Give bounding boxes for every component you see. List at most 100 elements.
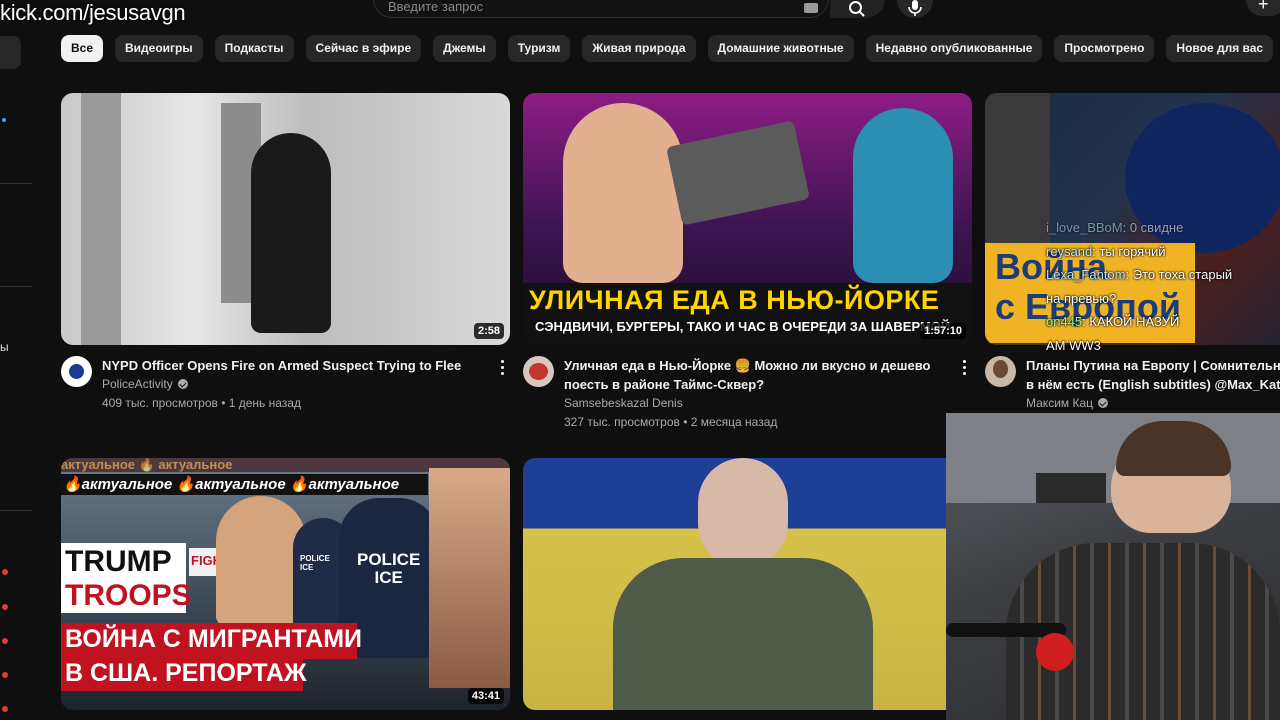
- more-options-icon[interactable]: [963, 360, 967, 376]
- sidebar-divider: [0, 510, 32, 511]
- chat-text: : Это тоха старый: [1125, 267, 1233, 282]
- video-title[interactable]: Планы Путина на Европу | Сомнительны в н…: [1026, 356, 1280, 394]
- thumbnail-officer-label: POLICE ICE: [300, 554, 330, 572]
- video-title-line: в нём есть (English subtitles) @Max_Katz: [1026, 377, 1280, 392]
- video-duration: 43:41: [467, 688, 504, 704]
- chip-new-to-you[interactable]: Новое для вас: [1166, 35, 1274, 62]
- channel-name-row: Максим Кац: [1026, 396, 1109, 410]
- webcam-mic-badge: [1036, 633, 1074, 671]
- thumbnail-figure: [251, 133, 331, 333]
- chip-videogames[interactable]: Видеоигры: [115, 35, 203, 62]
- chip-tourism[interactable]: Туризм: [507, 35, 571, 62]
- avatar-badge-icon: [69, 364, 84, 379]
- chip-pets[interactable]: Домашние животные: [707, 35, 854, 62]
- video-duration: 1:57:10: [920, 323, 966, 339]
- video-meta: 327 тыс. просмотров • 2 месяца назад: [564, 415, 778, 429]
- thumbnail-officer-label: POLICE ICE: [357, 551, 420, 587]
- officer-label-line: POLICE: [300, 554, 330, 563]
- video-thumbnail[interactable]: УЛИЧНАЯ ЕДА В НЬЮ-ЙОРКЕ СЭНДВИЧИ, БУРГЕР…: [523, 93, 972, 345]
- chat-username: reysand: [1046, 243, 1093, 259]
- create-button[interactable]: +: [1246, 0, 1280, 16]
- search-button[interactable]: [830, 0, 885, 18]
- webcam-shelf-object: [1036, 473, 1106, 503]
- officer-label-line: ICE: [374, 568, 403, 587]
- chip-wildlife[interactable]: Живая природа: [582, 35, 696, 62]
- video-thumbnail[interactable]: 3: [523, 458, 972, 710]
- video-meta: 409 тыс. просмотров • 1 день назад: [102, 396, 301, 410]
- video-thumbnail[interactable]: 2:58: [61, 93, 510, 345]
- chat-text: : 0 свидне: [1122, 220, 1184, 235]
- search-icon: [849, 1, 865, 17]
- live-indicator-icon[interactable]: [0, 672, 10, 678]
- stream-chat-overlay: i_love_BBoM: 0 свидне reysand: ты горячи…: [1046, 216, 1280, 357]
- thumbnail-subheadline: СЭНДВИЧИ, БУРГЕРЫ, ТАКО И ЧАС В ОЧЕРЕДИ …: [535, 319, 951, 334]
- stream-url-watermark: kick.com/jesusavgn: [0, 0, 186, 25]
- avatar-face-icon: [993, 360, 1008, 378]
- microphone-icon: [908, 0, 922, 16]
- thumbnail-sign-text: TROOPS: [65, 579, 192, 612]
- channel-name-row: PoliceActivity: [102, 377, 188, 391]
- sidebar-new-indicator: [2, 118, 6, 122]
- channel-name[interactable]: PoliceActivity: [102, 377, 173, 391]
- channel-avatar[interactable]: [61, 356, 92, 387]
- thumbnail-person: [853, 108, 953, 283]
- live-indicator-icon[interactable]: [0, 638, 10, 644]
- chat-text: на превью?: [1046, 290, 1117, 306]
- chip-all[interactable]: Все: [61, 35, 104, 62]
- streamer-webcam: [946, 413, 1280, 720]
- sidebar-divider: [0, 286, 32, 287]
- chip-watched[interactable]: Просмотрено: [1054, 35, 1155, 62]
- live-indicator-icon[interactable]: [0, 569, 10, 575]
- chat-text: AM WW3: [1046, 337, 1101, 353]
- channel-name[interactable]: Максим Кац: [1026, 396, 1093, 410]
- chat-text: : КАКОЙ НАЗУЙ: [1082, 314, 1180, 329]
- chip-recently-uploaded[interactable]: Недавно опубликованные: [865, 35, 1043, 62]
- chat-message: i_love_BBoM: 0 свидне: [1046, 216, 1280, 240]
- chip-podcasts[interactable]: Подкасты: [214, 35, 294, 62]
- live-indicator-icon[interactable]: [0, 706, 10, 712]
- thumbnail-man-head: [698, 458, 788, 568]
- thumbnail-sign-text: TRUMP: [65, 545, 172, 578]
- channel-avatar[interactable]: [523, 356, 554, 387]
- keyboard-icon[interactable]: [804, 3, 818, 13]
- chat-message: AM WW3: [1046, 334, 1280, 358]
- search-placeholder: Введите запрос: [388, 0, 484, 14]
- thumbnail-food-tray: [666, 120, 810, 226]
- filter-chips-bar: Все Видеоигры Подкасты Сейчас в эфире Дж…: [61, 35, 1274, 62]
- thumbnail-headline: УЛИЧНАЯ ЕДА В НЬЮ-ЙОРКЕ: [529, 285, 940, 315]
- thumbnail-ribbon: 🔥актуальное 🔥актуальное 🔥актуальное: [61, 474, 428, 495]
- chat-username: Lexa_Fantom: [1046, 267, 1126, 282]
- video-title-line: поесть в районе Таймс-Сквер?: [564, 377, 765, 392]
- video-title[interactable]: NYPD Officer Opens Fire on Armed Suspect…: [102, 356, 497, 375]
- chat-text: : ты горячий: [1092, 243, 1166, 259]
- thumbnail-person: [563, 103, 683, 283]
- officer-label-line: POLICE: [357, 550, 421, 569]
- channel-name-row: Samsebeskazal Denis: [564, 396, 683, 410]
- sidebar-item-home[interactable]: [0, 36, 21, 69]
- plus-icon: +: [1258, 0, 1269, 14]
- thumbnail-host-face: [429, 468, 510, 688]
- verified-icon: [1098, 398, 1109, 408]
- channel-avatar[interactable]: [985, 356, 1016, 387]
- chat-username: on445: [1046, 314, 1083, 329]
- thumbnail-headline: В США. РЕПОРТАЖ: [65, 659, 307, 687]
- live-indicator-icon[interactable]: [0, 604, 10, 610]
- voice-search-button[interactable]: [897, 0, 933, 18]
- thumbnail-door: [81, 93, 121, 345]
- chip-live[interactable]: Сейчас в эфире: [305, 35, 422, 62]
- chip-jams[interactable]: Джемы: [433, 35, 496, 62]
- verified-icon: [177, 379, 188, 389]
- officer-label-line: ICE: [300, 563, 314, 572]
- more-options-icon[interactable]: [501, 360, 505, 376]
- avatar-logo-icon: [529, 363, 548, 380]
- video-thumbnail[interactable]: актуальное 🔥 актуальное 🔥актуальное 🔥акт…: [61, 458, 510, 710]
- search-input[interactable]: Введите запрос: [373, 0, 829, 18]
- chat-message: на превью?: [1046, 287, 1280, 311]
- video-title-line: Уличная еда в Нью-Йорке 🍔 Можно ли вкусн…: [564, 358, 931, 373]
- channel-name[interactable]: Samsebeskazal Denis: [564, 396, 683, 410]
- sidebar-item-label-fragment[interactable]: ы: [0, 340, 9, 354]
- thumbnail-man-body: [613, 558, 873, 710]
- video-title[interactable]: Уличная еда в Нью-Йорке 🍔 Можно ли вкусн…: [564, 356, 959, 394]
- sidebar-divider: [0, 183, 32, 184]
- chat-message: reysand: ты горячий: [1046, 240, 1280, 264]
